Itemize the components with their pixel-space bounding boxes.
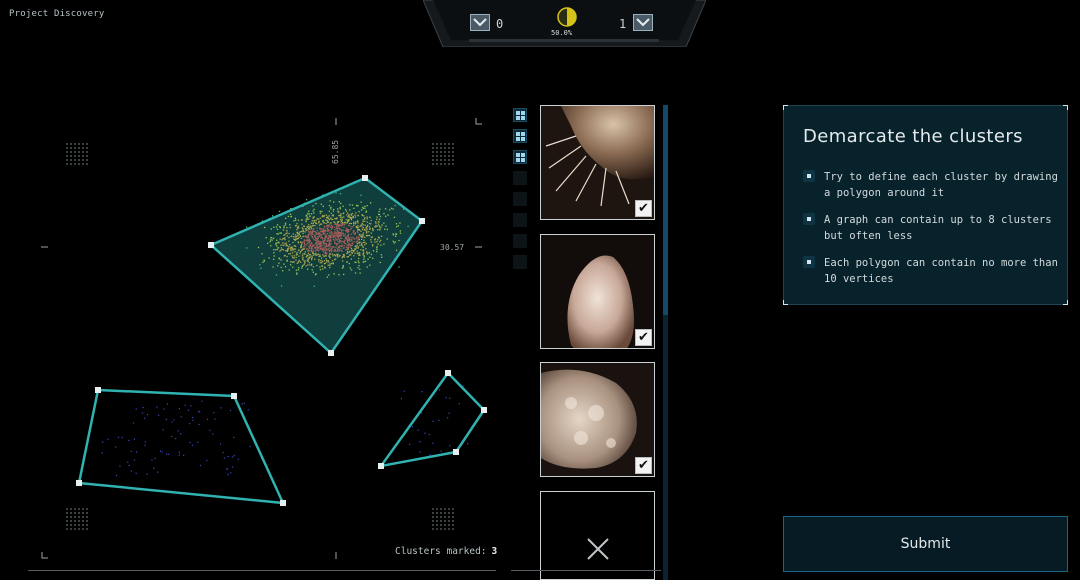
- close-icon[interactable]: [585, 536, 611, 562]
- polygon-vertex-handle[interactable]: [481, 407, 487, 413]
- instruction-text: Each polygon can contain no more than 10…: [824, 257, 1058, 285]
- polygon-vertex-handle[interactable]: [76, 480, 82, 486]
- view-toggle-6[interactable]: [513, 213, 527, 227]
- view-toggle-7[interactable]: [513, 234, 527, 248]
- progress-label: 50.0%: [551, 29, 573, 37]
- view-toggle-1[interactable]: [513, 108, 527, 122]
- clusters-marked-counter: Clusters marked: 3: [395, 546, 497, 557]
- thumbnail-scrollbar-thumb[interactable]: [663, 105, 668, 315]
- bullet-icon: [803, 213, 815, 225]
- plot-canvas[interactable]: [0, 100, 505, 580]
- instruction-text: A graph can contain up to 8 clusters but…: [824, 214, 1052, 242]
- instruction-text: Try to define each cluster by drawing a …: [824, 171, 1058, 199]
- cluster-polygon[interactable]: [208, 175, 425, 356]
- shield-right-icon: [633, 14, 653, 31]
- checked-icon[interactable]: ✔: [635, 200, 652, 217]
- app-title: Project Discovery: [9, 9, 105, 19]
- view-toggle-2[interactable]: [513, 129, 527, 143]
- cell-thumbnail-3[interactable]: ✔: [540, 362, 655, 477]
- polygon-vertex-handle[interactable]: [453, 449, 459, 455]
- left-score: 0: [496, 17, 504, 31]
- polygon-vertex-handle[interactable]: [445, 370, 451, 376]
- instructions-title: Demarcate the clusters: [803, 126, 1023, 147]
- clusters-marked-label: Clusters marked:: [395, 546, 487, 557]
- view-toggle-5[interactable]: [513, 192, 527, 206]
- cluster-plot[interactable]: 65.85 30.57 Clusters marked: 3: [0, 100, 505, 580]
- score-hud: 0 50.0% 1: [423, 0, 706, 47]
- view-toggle-8[interactable]: [513, 255, 527, 269]
- polygon-vertex-handle[interactable]: [280, 500, 286, 506]
- y-tick-label: 65.85: [331, 139, 340, 164]
- polygon-vertex-handle[interactable]: [378, 463, 384, 469]
- thumbnail-divider: [511, 570, 661, 571]
- cell-thumbnail-2[interactable]: ✔: [540, 234, 655, 349]
- x-tick-label: 30.57: [440, 243, 465, 252]
- progress-timer-icon: [557, 7, 577, 27]
- view-toggle-4[interactable]: [513, 171, 527, 185]
- shield-left-icon: [470, 14, 490, 31]
- polygon-vertex-handle[interactable]: [231, 393, 237, 399]
- progress-bar: [469, 39, 659, 42]
- instructions-panel: Demarcate the clusters Try to define eac…: [783, 105, 1068, 305]
- plot-divider: [28, 570, 496, 571]
- polygon-vertex-handle[interactable]: [95, 387, 101, 393]
- clusters-marked-value: 3: [491, 546, 498, 557]
- bullet-icon: [803, 170, 815, 182]
- submit-button[interactable]: Submit: [783, 516, 1068, 572]
- cell-thumbnail-4[interactable]: [540, 491, 655, 580]
- bullet-icon: [803, 256, 815, 268]
- cell-thumbnail-1[interactable]: ✔: [540, 105, 655, 220]
- cluster-polygon[interactable]: [76, 387, 286, 506]
- polygon-vertex-handle[interactable]: [208, 242, 214, 248]
- view-toggle-3[interactable]: [513, 150, 527, 164]
- cluster-polygon[interactable]: [378, 370, 487, 469]
- checked-icon[interactable]: ✔: [635, 329, 652, 346]
- right-score: 1: [619, 17, 627, 31]
- polygon-vertex-handle[interactable]: [362, 175, 368, 181]
- polygon-vertex-handle[interactable]: [328, 350, 334, 356]
- checked-icon[interactable]: ✔: [635, 457, 652, 474]
- polygon-vertex-handle[interactable]: [419, 218, 425, 224]
